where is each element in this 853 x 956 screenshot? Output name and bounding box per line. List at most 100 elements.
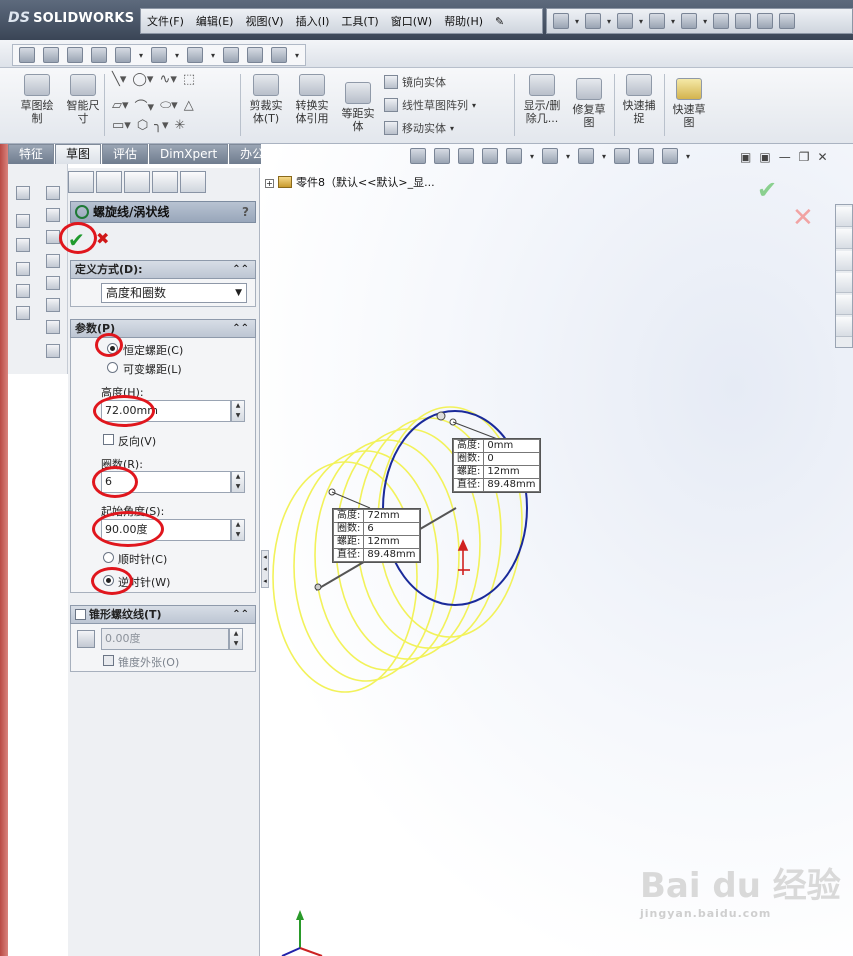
hexagon-icon[interactable]: ⬡: [137, 118, 148, 133]
strip-tool-7-icon[interactable]: [46, 186, 60, 200]
convert-entities-button[interactable]: 转换实 体引用: [288, 74, 336, 125]
offset-icon: [345, 82, 371, 104]
move-entities-button[interactable]: 移动实体 ▾: [384, 120, 454, 136]
polygon-icon[interactable]: △: [184, 98, 194, 113]
clockwise-radio[interactable]: [103, 552, 114, 563]
save-icon[interactable]: [617, 13, 634, 29]
linear-pattern-button[interactable]: 线性草图阵列 ▾: [384, 97, 476, 113]
new-file-icon[interactable]: [553, 13, 569, 29]
rebuild-icon[interactable]: [735, 13, 752, 29]
strip-tool-9-icon[interactable]: [46, 230, 60, 244]
hide-show-icon[interactable]: [187, 47, 204, 63]
taper-angle-input[interactable]: 0.00度: [101, 628, 229, 650]
rectangle-icon[interactable]: ▱▾: [112, 98, 129, 113]
strip-tool-3-icon[interactable]: [16, 238, 30, 252]
rapid-sketch-button[interactable]: 快速草 图: [666, 78, 712, 129]
quick-snaps-button[interactable]: 快速捕 捉: [616, 74, 662, 125]
strip-tool-6-icon[interactable]: [16, 306, 30, 320]
smart-dimension-icon: [70, 74, 96, 96]
repair-sketch-button[interactable]: 修复草 图: [566, 78, 612, 129]
strip-tool-8-icon[interactable]: [46, 208, 60, 222]
sketch-button[interactable]: 草图绘 制: [12, 74, 62, 125]
help-icon[interactable]: ?: [242, 202, 249, 222]
helix-start-point: [436, 411, 446, 421]
chevron-down-icon: ▼: [235, 288, 242, 298]
strip-tool-12-icon[interactable]: [46, 298, 60, 312]
quick-snaps-icon: [626, 74, 652, 96]
menu-view[interactable]: 视图(V): [239, 13, 289, 29]
point-icon[interactable]: ⬚: [183, 72, 195, 87]
ellipse-icon[interactable]: ⬭▾: [160, 98, 178, 113]
display-delete-relations-button[interactable]: 显示/删 除几...: [518, 74, 566, 125]
dimxpert-manager-tab[interactable]: [152, 171, 178, 193]
strip-tool-4-icon[interactable]: [16, 262, 30, 276]
menu-help[interactable]: 帮助(H): [438, 13, 489, 29]
display-manager-tab[interactable]: [180, 171, 206, 193]
view-settings-icon[interactable]: [271, 47, 288, 63]
pin-icon[interactable]: ✎: [489, 15, 510, 28]
solidworks-logo[interactable]: DS SOLIDWORKS: [8, 10, 134, 26]
definition-section-header[interactable]: 定义方式(D): ⌃⌃: [70, 260, 256, 279]
configuration-manager-tab[interactable]: [124, 171, 150, 193]
variable-pitch-radio[interactable]: [107, 362, 118, 373]
strip-tool-13-icon[interactable]: [46, 320, 60, 334]
menu-insert[interactable]: 插入(I): [290, 13, 336, 29]
offset-entities-button[interactable]: 等距实 体: [336, 82, 380, 133]
open-file-icon[interactable]: [585, 13, 602, 29]
collapse-chevron-icon[interactable]: ⌃⌃: [232, 606, 249, 623]
menu-window[interactable]: 窗口(W): [385, 13, 438, 29]
smart-dimension-button[interactable]: 智能尺 寸: [60, 74, 106, 125]
strip-tool-5-icon[interactable]: [16, 284, 30, 298]
start-angle-stepper[interactable]: ▲ ▼: [231, 519, 245, 541]
display-style-icon[interactable]: [151, 47, 168, 63]
cancel-button[interactable]: ✖: [96, 229, 109, 248]
property-manager-tab[interactable]: [96, 171, 122, 193]
taper-section-header[interactable]: 锥形螺纹线(T) ⌃⌃: [70, 605, 256, 624]
tab-features[interactable]: 特征: [8, 144, 55, 164]
print-icon[interactable]: [649, 13, 666, 29]
fillet-icon[interactable]: ╮▾: [154, 118, 168, 133]
strip-tool-2-icon[interactable]: [16, 214, 30, 228]
appearance-icon[interactable]: [223, 47, 240, 63]
menu-tools[interactable]: 工具(T): [335, 13, 384, 29]
arc-icon[interactable]: ⌒▾: [135, 96, 155, 115]
text-icon[interactable]: ✳: [175, 118, 186, 133]
strip-tool-1-icon[interactable]: [16, 186, 30, 200]
strip-tool-14-icon[interactable]: [46, 344, 60, 358]
section-view-icon[interactable]: [91, 47, 107, 63]
line-icon[interactable]: ╲▾: [112, 72, 126, 87]
strip-tool-10-icon[interactable]: [46, 254, 60, 268]
define-by-select[interactable]: 高度和圈数 ▼: [101, 283, 247, 303]
select-icon[interactable]: [713, 13, 730, 29]
taper-outward-checkbox[interactable]: [103, 655, 114, 666]
menu-edit[interactable]: 编辑(E): [190, 13, 240, 29]
parameters-section-header[interactable]: 参数(P) ⌃⌃: [70, 319, 256, 338]
taper-angle-stepper[interactable]: ▲ ▼: [229, 628, 243, 650]
scene-icon[interactable]: [247, 47, 264, 63]
file-properties-icon[interactable]: [757, 13, 774, 29]
menu-file[interactable]: 文件(F): [141, 13, 190, 29]
trim-entities-button[interactable]: 剪裁实 体(T): [242, 74, 290, 125]
revolutions-stepper[interactable]: ▲ ▼: [231, 471, 245, 493]
slot-icon[interactable]: ▭▾: [112, 118, 131, 133]
circle-icon[interactable]: ◯▾: [132, 72, 153, 87]
options-icon[interactable]: [779, 13, 796, 29]
tab-evaluate[interactable]: 评估: [102, 144, 149, 164]
tab-dimxpert[interactable]: DimXpert: [149, 144, 229, 164]
reverse-direction-checkbox[interactable]: [103, 434, 114, 445]
taper-checkbox[interactable]: [75, 609, 86, 620]
undo-icon[interactable]: [681, 13, 698, 29]
zoom-area-icon[interactable]: [43, 47, 59, 63]
menu-bar: 文件(F) 编辑(E) 视图(V) 插入(I) 工具(T) 窗口(W) 帮助(H…: [140, 8, 543, 34]
mirror-entities-button[interactable]: 镜向实体: [384, 74, 446, 90]
collapse-chevron-icon[interactable]: ⌃⌃: [232, 320, 249, 337]
spline-icon[interactable]: ∿▾: [159, 72, 176, 87]
view-orientation-icon[interactable]: [115, 47, 131, 63]
feature-manager-tab[interactable]: [68, 171, 94, 193]
collapse-chevron-icon[interactable]: ⌃⌃: [232, 261, 249, 278]
zoom-to-fit-icon[interactable]: [19, 47, 35, 63]
tab-sketch[interactable]: 草图: [55, 144, 102, 164]
height-stepper[interactable]: ▲ ▼: [231, 400, 245, 422]
previous-view-icon[interactable]: [67, 47, 83, 63]
strip-tool-11-icon[interactable]: [46, 276, 60, 290]
